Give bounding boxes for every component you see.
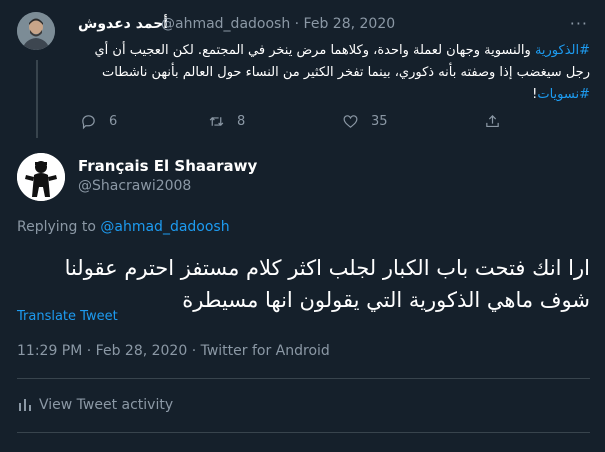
parent-tweet[interactable]: أحمد دعدوش @ahmad_dadoosh · Feb 28, 2020… <box>0 0 605 140</box>
parent-avatar[interactable] <box>17 12 55 50</box>
hashtag-link[interactable]: #الذكورية <box>535 43 590 58</box>
hashtag-link[interactable]: #نسويات <box>537 87 590 102</box>
parent-header: أحمد دعدوش @ahmad_dadoosh · Feb 28, 2020… <box>78 14 598 36</box>
main-tweet-text: ارا انك فتحت باب الكبار لجلب اكثر كلام م… <box>64 256 590 312</box>
replying-to: Replying to @ahmad_dadoosh <box>17 219 230 235</box>
parent-handle-date[interactable]: @ahmad_dadoosh · Feb 28, 2020 <box>161 16 395 32</box>
replying-prefix: Replying to <box>17 219 101 235</box>
retweet-count: 8 <box>237 113 246 129</box>
translate-tweet-link[interactable]: Translate Tweet <box>17 309 118 324</box>
divider <box>17 378 590 379</box>
replying-to-link[interactable]: @ahmad_dadoosh <box>100 219 229 235</box>
like-button[interactable]: 35 <box>342 110 388 132</box>
share-icon <box>486 114 499 127</box>
thread-connector <box>36 60 38 138</box>
divider <box>17 432 590 433</box>
tweet-timestamp-source[interactable]: 11:29 PM · Feb 28, 2020 · Twitter for An… <box>17 343 330 359</box>
bar-chart-icon <box>19 399 31 411</box>
view-tweet-activity-label: View Tweet activity <box>39 397 174 413</box>
reply-count: 6 <box>109 113 118 129</box>
view-tweet-activity-button[interactable]: View Tweet activity <box>17 394 173 416</box>
parent-text-body: والنسوية وجهان لعملة واحدة، وكلاهما مرض … <box>94 43 591 80</box>
reply-button[interactable]: 6 <box>80 110 117 132</box>
parent-display-name[interactable]: أحمد دعدوش <box>78 16 168 32</box>
share-button[interactable] <box>484 110 501 132</box>
more-dots-icon[interactable]: ··· <box>570 14 588 33</box>
main-handle[interactable]: @Shacrawi2008 <box>78 178 191 194</box>
parent-action-bar: 6 8 35 <box>80 110 510 132</box>
main-avatar[interactable] <box>17 153 65 201</box>
reply-bubble-icon <box>82 114 95 129</box>
main-display-name[interactable]: Français El Shaarawy <box>78 157 257 175</box>
retweet-button[interactable]: 8 <box>208 110 245 132</box>
like-count: 35 <box>371 113 388 129</box>
parent-tweet-text: #الذكورية والنسوية وجهان لعملة واحدة، وك… <box>90 40 591 106</box>
heart-icon <box>343 114 358 128</box>
retweet-icon <box>209 116 224 126</box>
